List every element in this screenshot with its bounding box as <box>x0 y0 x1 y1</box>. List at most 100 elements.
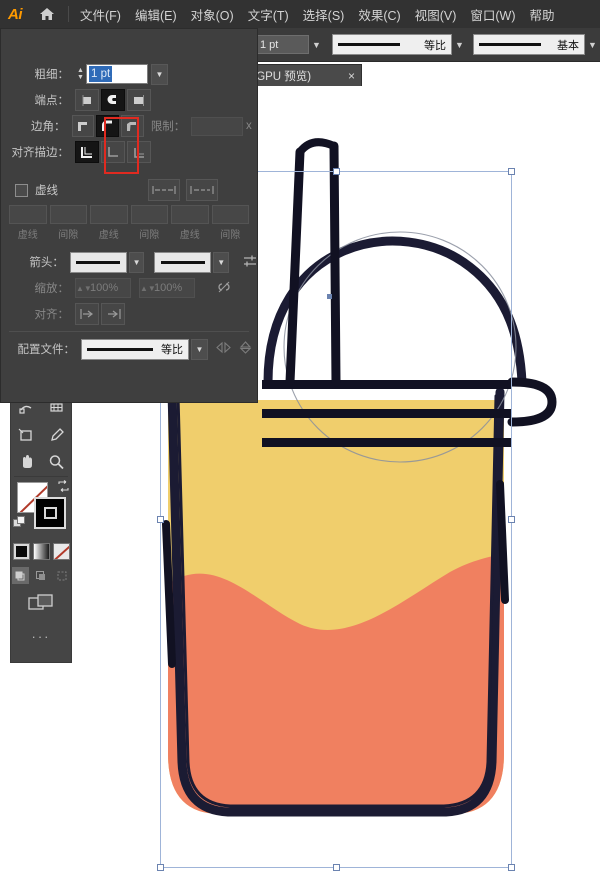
gradient-fill-mode-button[interactable] <box>33 543 50 560</box>
selection-handle-ml[interactable] <box>157 516 164 523</box>
default-fill-stroke-icon[interactable] <box>13 516 27 534</box>
zoom-tool-icon[interactable] <box>41 448 71 475</box>
more-tools-icon[interactable]: ··· <box>11 619 71 644</box>
panel-stroke-weight-value: 1 pt <box>89 66 112 82</box>
selection-handle-tr[interactable] <box>508 168 515 175</box>
menu-edit[interactable]: 编辑(E) <box>128 0 184 28</box>
dash-input-2[interactable] <box>50 205 88 224</box>
panel-stroke-weight-input[interactable]: 1 pt <box>86 64 148 84</box>
menu-select[interactable]: 选择(S) <box>296 0 352 28</box>
dash-input-4[interactable] <box>131 205 169 224</box>
round-join-button[interactable] <box>96 115 119 137</box>
menu-separator <box>68 6 69 22</box>
dash-input-1[interactable] <box>9 205 47 224</box>
panel-divider <box>9 331 249 332</box>
selection-handle-br[interactable] <box>508 864 515 871</box>
menu-view[interactable]: 视图(V) <box>408 0 464 28</box>
stroke-weight-row: 粗细： ▲▼ 1 pt ▼ <box>1 61 257 87</box>
menu-window[interactable]: 窗口(W) <box>463 0 522 28</box>
dash-caption-1: 虚线 <box>9 224 47 241</box>
illustrator-window: Ai 文件(F) 编辑(E) 对象(O) 文字(T) 选择(S) 效果(C) 视… <box>0 0 600 891</box>
miter-join-button[interactable] <box>72 115 95 137</box>
menu-file[interactable]: 文件(F) <box>73 0 128 28</box>
selection-handle-bc[interactable] <box>333 864 340 871</box>
profile-caret-icon[interactable]: ▼ <box>452 35 467 55</box>
stroke-weight-caret-icon[interactable]: ▼ <box>309 35 324 55</box>
panel-profile-dropdown[interactable]: 等比 <box>81 339 189 360</box>
arrow-scale-start-input[interactable]: ▲▼ 100% <box>75 278 131 298</box>
stroke-color-swatch[interactable] <box>34 497 66 529</box>
eyedropper-tool-icon[interactable] <box>41 421 71 448</box>
hand-tool-icon[interactable] <box>11 448 41 475</box>
document-tab[interactable]: /GPU 预览) × <box>244 64 362 86</box>
align-center-button[interactable] <box>75 141 99 163</box>
swap-fill-stroke-icon[interactable] <box>57 479 70 497</box>
width-profile-label: 配置文件： <box>9 341 81 357</box>
arrow-scale-end-value: 100% <box>154 282 182 294</box>
place-arrow-at-end-button[interactable] <box>101 303 125 325</box>
screen-mode-row <box>11 586 71 619</box>
align-stroke-label: 对齐描边： <box>9 144 75 160</box>
dash-preserve-exact-button[interactable] <box>148 179 180 201</box>
screen-mode-icon[interactable] <box>28 594 54 617</box>
align-outside-button[interactable] <box>127 141 151 163</box>
arrowhead-end-caret-icon[interactable]: ▼ <box>213 252 229 273</box>
menu-type[interactable]: 文字(T) <box>241 0 296 28</box>
arrow-scale-end-input[interactable]: ▲▼ 100% <box>139 278 195 298</box>
align-inside-button[interactable] <box>101 141 125 163</box>
dash-adjust-button[interactable] <box>186 179 218 201</box>
color-fill-mode-button[interactable] <box>13 543 30 560</box>
draw-inside-mode-icon[interactable] <box>54 567 71 584</box>
align-stroke-row: 对齐描边： <box>1 139 257 165</box>
artboard-tool-icon[interactable] <box>11 421 41 448</box>
menu-help[interactable]: 帮助 <box>523 0 562 28</box>
dashed-line-label: 虚线 <box>35 182 58 198</box>
path-anchor-point[interactable] <box>327 294 332 299</box>
arrowhead-end-dropdown[interactable] <box>154 252 211 273</box>
ai-logo: Ai <box>0 0 30 28</box>
stroke-corner-label: 边角： <box>9 118 72 134</box>
fill-stroke-controls <box>11 478 73 540</box>
dash-input-6[interactable] <box>212 205 250 224</box>
flip-profile-vertical-icon[interactable] <box>238 341 253 357</box>
scale-end-stepper-icon[interactable]: ▲▼ <box>140 284 154 293</box>
panel-weight-caret-icon[interactable]: ▼ <box>151 64 168 85</box>
swap-arrowheads-icon[interactable] <box>243 254 257 271</box>
stroke-weight-label: 粗细： <box>9 66 75 82</box>
panel-weight-stepper[interactable]: ▲▼ <box>75 65 86 83</box>
home-icon[interactable] <box>30 0 64 28</box>
stroke-weight-field[interactable]: 1 pt <box>253 35 309 54</box>
menu-effect[interactable]: 效果(C) <box>351 0 407 28</box>
dash-input-5[interactable] <box>171 205 209 224</box>
dashed-line-checkbox[interactable] <box>15 184 28 197</box>
draw-behind-mode-icon[interactable] <box>33 567 50 584</box>
variable-width-profile-dropdown[interactable]: 等比 <box>332 34 452 55</box>
projecting-cap-button[interactable] <box>127 89 151 111</box>
dash-cell-3: 虚线 <box>90 205 128 241</box>
dash-caption-2: 间隙 <box>50 224 88 241</box>
brush-caret-icon[interactable]: ▼ <box>585 35 600 55</box>
arrowhead-start-caret-icon[interactable]: ▼ <box>129 252 145 273</box>
round-cap-button[interactable] <box>101 89 125 111</box>
selection-handle-mr[interactable] <box>508 516 515 523</box>
selection-handle-tc[interactable] <box>333 168 340 175</box>
stroke-panel: 粗细： ▲▼ 1 pt ▼ 端点： 边角： <box>0 28 258 403</box>
width-profile-row: 配置文件： 等比 ▼ <box>1 336 257 362</box>
scale-start-stepper-icon[interactable]: ▲▼ <box>76 284 90 293</box>
link-arrow-scales-icon[interactable] <box>217 280 231 297</box>
extend-arrow-beyond-end-button[interactable] <box>75 303 99 325</box>
dash-input-3[interactable] <box>90 205 128 224</box>
selection-handle-bl[interactable] <box>157 864 164 871</box>
dash-caption-5: 虚线 <box>171 224 209 241</box>
brush-definition-dropdown[interactable]: 基本 <box>473 34 585 55</box>
flip-profile-horizontal-icon[interactable] <box>216 341 231 357</box>
panel-profile-caret-icon[interactable]: ▼ <box>191 339 208 360</box>
butt-cap-button[interactable] <box>75 89 99 111</box>
bevel-join-button[interactable] <box>121 115 144 137</box>
menu-object[interactable]: 对象(O) <box>184 0 241 28</box>
close-icon[interactable]: × <box>348 69 355 83</box>
arrowhead-start-dropdown[interactable] <box>70 252 127 273</box>
miter-limit-input[interactable] <box>191 117 243 136</box>
draw-normal-mode-icon[interactable] <box>12 567 29 584</box>
none-fill-mode-button[interactable] <box>53 543 70 560</box>
